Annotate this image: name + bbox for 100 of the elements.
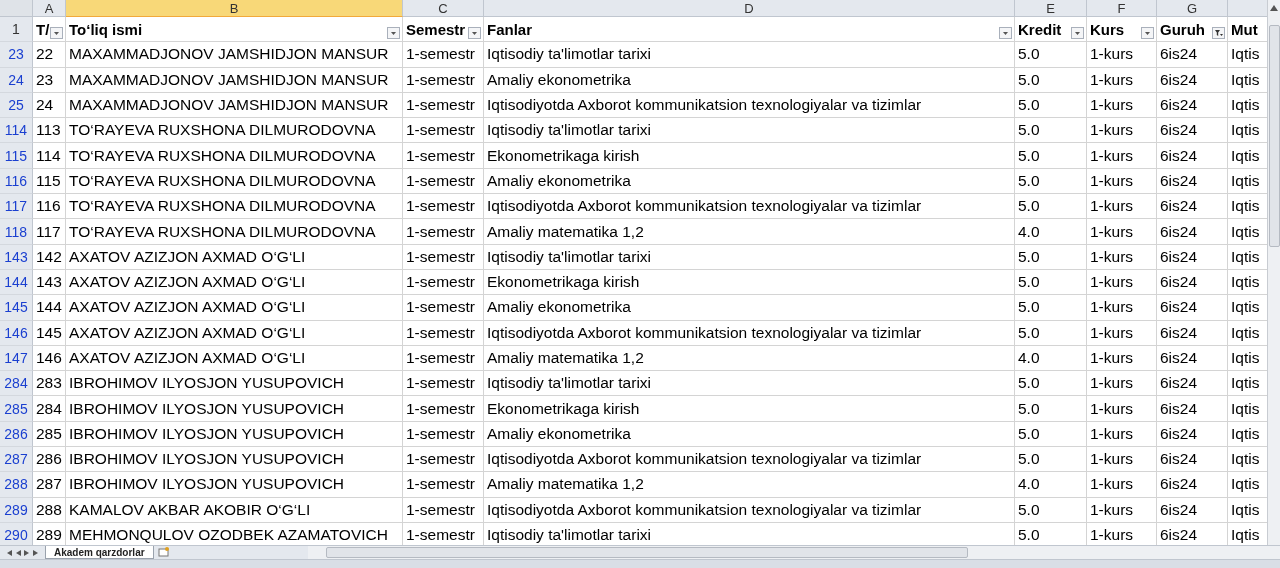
table-cell: Iqtisodiy ta'limotlar tarixi <box>484 371 1015 397</box>
table-cell: Amaliy matematika 1,2 <box>484 472 1015 498</box>
sheet-tab[interactable]: Akadem qarzdorlar <box>45 546 154 559</box>
header-cell: Semestr <box>406 20 466 38</box>
table-cell: 23 <box>33 67 66 93</box>
column-header[interactable]: G <box>1157 0 1228 17</box>
table-cell: 5.0 <box>1015 320 1087 346</box>
column-header[interactable]: A <box>33 0 66 17</box>
table-cell: AXATOV AZIZJON AXMAD O‘G‘LI <box>66 244 403 270</box>
table-cell: 1-kurs <box>1087 143 1157 169</box>
table-cell: 114 <box>33 143 66 169</box>
table-cell: 5.0 <box>1015 371 1087 397</box>
table-cell: 6is24 <box>1157 371 1228 397</box>
table-cell: Ekonometrikaga kirish <box>484 143 1015 169</box>
row-number[interactable]: 144 <box>0 269 33 296</box>
table-cell: 146 <box>33 345 66 372</box>
table-cell: 22 <box>33 42 66 68</box>
row-number[interactable]: 1 <box>0 17 33 43</box>
table-cell: MAXAMMADJONOV JAMSHIDJON MANSUR <box>66 92 403 119</box>
table-cell: AXATOV AZIZJON AXMAD O‘G‘LI <box>66 320 403 346</box>
table-cell: 5.0 <box>1015 269 1087 296</box>
scroll-up-arrow-icon[interactable] <box>1270 5 1278 11</box>
table-cell: 6is24 <box>1157 194 1228 220</box>
column-header[interactable]: C <box>403 0 484 17</box>
table-cell: MAXAMMADJONOV JAMSHIDJON MANSUR <box>66 42 403 68</box>
row-number[interactable]: 25 <box>0 92 33 119</box>
table-cell: 6is24 <box>1157 118 1228 144</box>
row-number[interactable]: 289 <box>0 497 33 523</box>
table-cell: Amaliy ekonometrika <box>484 295 1015 321</box>
table-cell: 1-kurs <box>1087 396 1157 422</box>
row-number[interactable]: 290 <box>0 522 33 545</box>
table-cell: KAMALOV AKBAR AKOBIR O‘G‘LI <box>66 497 403 523</box>
row-number[interactable]: 23 <box>0 42 33 68</box>
row-number[interactable]: 285 <box>0 396 33 422</box>
row-number[interactable]: 284 <box>0 371 33 397</box>
table-cell: 288 <box>33 497 66 523</box>
table-cell: IBROHIMOV ILYOSJON YUSUPOVICH <box>66 447 403 473</box>
table-cell: TO‘RAYEVA RUXSHONA DILMURODOVNA <box>66 118 403 144</box>
row-number[interactable]: 288 <box>0 472 33 498</box>
table-cell: 1-semestr <box>403 219 484 245</box>
filter-funnel-icon[interactable] <box>1212 27 1225 40</box>
row-number[interactable]: 287 <box>0 447 33 473</box>
table-cell: Iqtisodiyotda Axborot kommunikatsion texnologiyalar va tizimlar <box>484 497 1015 523</box>
table-cell: 1-kurs <box>1087 497 1157 523</box>
table-cell: 286 <box>33 447 66 473</box>
table-cell: 5.0 <box>1015 168 1087 195</box>
vertical-scrollbar[interactable] <box>1267 0 1280 545</box>
header-cell: T/ <box>36 20 50 38</box>
table-cell: TO‘RAYEVA RUXSHONA DILMURODOVNA <box>66 194 403 220</box>
table-cell: 6is24 <box>1157 168 1228 195</box>
table-cell: Iqtisodiyotda Axborot kommunikatsion texnologiyalar va tizimlar <box>484 320 1015 346</box>
column-header[interactable]: B <box>66 0 403 17</box>
header-cell: Mut <box>1231 20 1258 38</box>
table-cell: 5.0 <box>1015 92 1087 119</box>
table-cell: 6is24 <box>1157 67 1228 93</box>
table-cell: 1-kurs <box>1087 42 1157 68</box>
header-cell: Kurs <box>1090 20 1125 38</box>
table-cell: 1-kurs <box>1087 219 1157 245</box>
table-cell: 6is24 <box>1157 320 1228 346</box>
row-number[interactable]: 117 <box>0 194 33 220</box>
table-cell: Amaliy ekonometrika <box>484 421 1015 448</box>
table-cell: AXATOV AZIZJON AXMAD O‘G‘LI <box>66 269 403 296</box>
table-cell: Iqtisodiy ta'limotlar tarixi <box>484 244 1015 270</box>
row-number[interactable]: 147 <box>0 345 33 372</box>
row-number[interactable]: 24 <box>0 67 33 93</box>
table-cell: Iqtisodiyotda Axborot kommunikatsion texnologiyalar va tizimlar <box>484 447 1015 473</box>
row-number[interactable]: 116 <box>0 168 33 195</box>
table-cell: 1-kurs <box>1087 447 1157 473</box>
header-cell: To‘liq ismi <box>69 20 143 38</box>
column-header[interactable]: F <box>1087 0 1157 17</box>
table-cell: 5.0 <box>1015 194 1087 220</box>
table-cell: 283 <box>33 371 66 397</box>
table-cell: 6is24 <box>1157 92 1228 119</box>
row-number[interactable]: 286 <box>0 421 33 448</box>
table-cell: 1-semestr <box>403 421 484 448</box>
table-cell: 24 <box>33 92 66 119</box>
row-number[interactable]: 146 <box>0 320 33 346</box>
table-cell: 117 <box>33 219 66 245</box>
header-cell: Fanlar <box>487 20 532 38</box>
table-cell: 4.0 <box>1015 219 1087 245</box>
table-cell: 142 <box>33 244 66 270</box>
table-cell: 1-semestr <box>403 269 484 296</box>
row-number[interactable]: 143 <box>0 244 33 270</box>
row-number[interactable]: 115 <box>0 143 33 169</box>
row-number[interactable]: 118 <box>0 219 33 245</box>
table-cell: 1-kurs <box>1087 421 1157 448</box>
table-cell: 285 <box>33 421 66 448</box>
table-cell: 1-semestr <box>403 472 484 498</box>
row-number[interactable]: 145 <box>0 295 33 321</box>
column-header[interactable]: E <box>1015 0 1087 17</box>
table-cell: 1-kurs <box>1087 472 1157 498</box>
table-cell: 6is24 <box>1157 295 1228 321</box>
table-cell: 284 <box>33 396 66 422</box>
table-cell: Amaliy ekonometrika <box>484 67 1015 93</box>
horizontal-scrollbar[interactable] <box>308 546 1280 559</box>
table-cell: 1-kurs <box>1087 118 1157 144</box>
table-cell: 1-semestr <box>403 244 484 270</box>
row-number[interactable]: 114 <box>0 118 33 144</box>
table-cell: 1-kurs <box>1087 92 1157 119</box>
column-header[interactable]: D <box>484 0 1015 17</box>
